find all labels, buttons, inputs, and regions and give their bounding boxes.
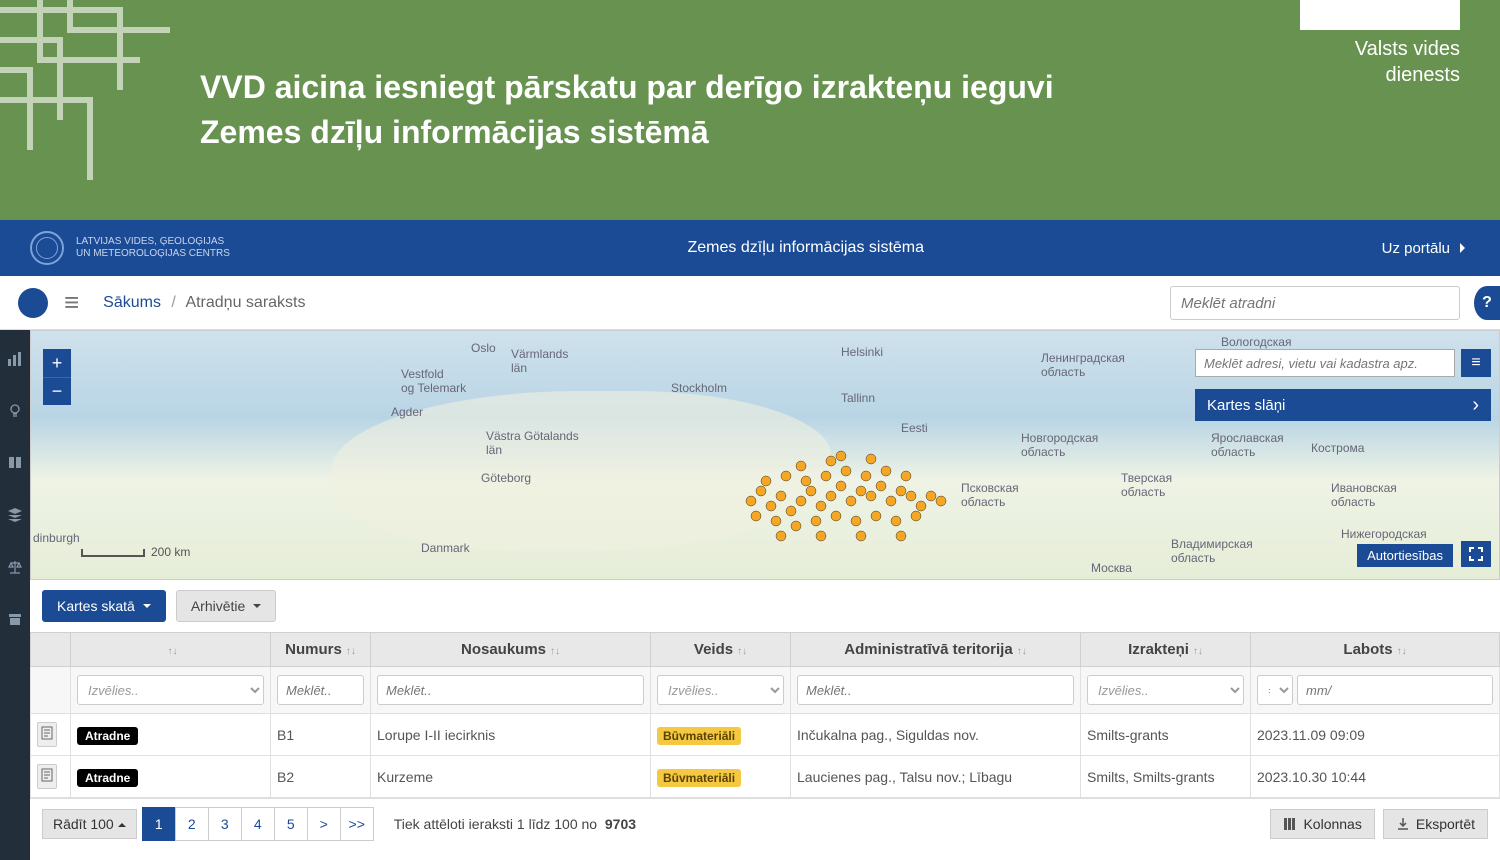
breadcrumb-bar: ≡ Sākums / Atradņu saraksts ?	[0, 276, 1500, 330]
nav-archive-icon[interactable]	[6, 610, 24, 628]
filter-name-input[interactable]	[377, 675, 644, 705]
top-navbar: LATVIJAS VIDES, ĢEOLOĢIJASUN METEOROLOĢI…	[0, 220, 1500, 276]
play-icon	[1456, 240, 1470, 257]
cell-minerals: Smilts, Smilts-grants	[1081, 756, 1251, 798]
breadcrumb-home[interactable]: Sākums	[103, 294, 161, 311]
badge-atradne: Atradne	[77, 727, 138, 745]
col-minerals[interactable]: Izrakteņi↑↓	[1081, 633, 1251, 667]
map-latvia-points	[731, 441, 961, 561]
search-deposit-input[interactable]	[1170, 286, 1460, 320]
filter-number-input[interactable]	[277, 675, 364, 705]
filter-minerals-select[interactable]: Izvēlies..	[1087, 675, 1244, 705]
side-nav	[0, 330, 30, 860]
nav-bulb-icon[interactable]	[6, 402, 24, 420]
app-logo-icon[interactable]	[18, 288, 48, 318]
cell-minerals: Smilts-grants	[1081, 714, 1251, 756]
nav-layers-icon[interactable]	[6, 506, 24, 524]
cell-edited: 2023.10.30 10:44	[1251, 756, 1500, 798]
filter-type-select[interactable]: Izvēlies..	[657, 675, 784, 705]
page-size-dropdown[interactable]: Rādīt 100	[42, 809, 137, 839]
table-header-row: ↑↓ Numurs↑↓ Nosaukums↑↓ Veids↑↓ Administ…	[31, 633, 1500, 667]
filter-badge-select[interactable]: Izvēlies..	[77, 675, 264, 705]
banner-title: VVD aicina iesniegt pārskatu par derīgo …	[200, 65, 1100, 155]
deposits-table: ↑↓ Numurs↑↓ Nosaukums↑↓ Veids↑↓ Administ…	[30, 632, 1500, 798]
hero-banner: VVD aicina iesniegt pārskatu par derīgo …	[0, 0, 1500, 220]
breadcrumb: Sākums / Atradņu saraksts	[103, 294, 305, 312]
badge-atradne: Atradne	[77, 769, 138, 787]
filter-date-op[interactable]: =	[1257, 675, 1293, 705]
agency-logo-box	[1300, 0, 1460, 30]
col-number[interactable]: Numurs↑↓	[271, 633, 371, 667]
records-summary: Tiek attēloti ieraksti 1 līdz 100 no 970…	[394, 816, 636, 832]
map-credits-button[interactable]: Autortiesības	[1357, 544, 1453, 567]
nav-chart-icon[interactable]	[6, 350, 24, 368]
agency-logo-text: Valsts vides dienests	[1355, 36, 1460, 88]
page-1[interactable]: 1	[142, 807, 176, 841]
navbar-logo-icon	[30, 231, 64, 265]
banner-decoration	[0, 0, 200, 220]
page-3[interactable]: 3	[208, 807, 242, 841]
col-name[interactable]: Nosaukums↑↓	[371, 633, 651, 667]
navbar-logo-text: LATVIJAS VIDES, ĢEOLOĢIJASUN METEOROLOĢI…	[76, 236, 230, 260]
page->>[interactable]: >>	[340, 807, 374, 841]
export-button[interactable]: Eksportēt	[1383, 809, 1488, 839]
zoom-in-button[interactable]: +	[43, 349, 71, 377]
navbar-logo[interactable]: LATVIJAS VIDES, ĢEOLOĢIJASUN METEOROLOĢI…	[30, 231, 230, 265]
table-row[interactable]: Atradne B1 Lorupe I-II iecirknis Būvmate…	[31, 714, 1500, 756]
row-doc-icon[interactable]	[37, 764, 57, 789]
cell-number: B2	[271, 756, 371, 798]
navbar-title: Zemes dzīļu informācijas sistēma	[230, 239, 1382, 257]
cell-territory: Laucienes pag., Talsu nov.; Lībagu	[791, 756, 1081, 798]
page-4[interactable]: 4	[241, 807, 275, 841]
help-icon[interactable]: ?	[1474, 286, 1500, 320]
menu-toggle-button[interactable]: ≡	[64, 287, 79, 318]
chevron-right-icon	[1472, 395, 1479, 415]
map-layers-toggle[interactable]: ≡	[1461, 349, 1491, 377]
map-zoom-controls: + −	[43, 349, 71, 405]
map-view-dropdown[interactable]: Kartes skatā	[42, 590, 166, 622]
col-edited[interactable]: Labots↑↓	[1251, 633, 1500, 667]
map-scale: 200 km	[81, 545, 190, 559]
cell-edited: 2023.11.09 09:09	[1251, 714, 1500, 756]
table-footer: Rādīt 100 12345>>> Tiek attēloti ierakst…	[30, 798, 1500, 849]
filter-date-input[interactable]	[1297, 675, 1493, 705]
map-canvas[interactable]: Oslo Stockholm Helsinki Tallinn Eesti Gö…	[30, 330, 1500, 580]
breadcrumb-current: Atradņu saraksts	[185, 294, 305, 311]
badge-type: Būvmateriāli	[657, 727, 741, 745]
nav-book-icon[interactable]	[6, 454, 24, 472]
table-row[interactable]: Atradne B2 Kurzeme Būvmateriāli Lauciene…	[31, 756, 1500, 798]
col-type[interactable]: Veids↑↓	[651, 633, 791, 667]
page-2[interactable]: 2	[175, 807, 209, 841]
map-expand-button[interactable]	[1461, 541, 1491, 567]
zoom-out-button[interactable]: −	[43, 377, 71, 405]
page-5[interactable]: 5	[274, 807, 308, 841]
cell-territory: Inčukalna pag., Siguldas nov.	[791, 714, 1081, 756]
cell-number: B1	[271, 714, 371, 756]
portal-link[interactable]: Uz portālu	[1382, 240, 1470, 257]
table-toolbar: Kartes skatā Arhivētie	[30, 580, 1500, 632]
map-search-input[interactable]	[1195, 349, 1455, 377]
row-doc-icon[interactable]	[37, 722, 57, 747]
nav-balance-icon[interactable]	[6, 558, 24, 576]
columns-button[interactable]: Kolonnas	[1270, 809, 1374, 839]
table-filter-row: Izvēlies.. Izvēlies.. Izvēlies.. =	[31, 667, 1500, 714]
filter-territory-input[interactable]	[797, 675, 1074, 705]
archived-dropdown[interactable]: Arhivētie	[176, 590, 276, 622]
cell-name: Lorupe I-II iecirknis	[371, 714, 651, 756]
pagination: 12345>>>	[143, 807, 374, 841]
cell-name: Kurzeme	[371, 756, 651, 798]
page->[interactable]: >	[307, 807, 341, 841]
map-layers-panel[interactable]: Kartes slāņi	[1195, 389, 1491, 421]
col-territory[interactable]: Administratīvā teritorija↑↓	[791, 633, 1081, 667]
badge-type: Būvmateriāli	[657, 769, 741, 787]
